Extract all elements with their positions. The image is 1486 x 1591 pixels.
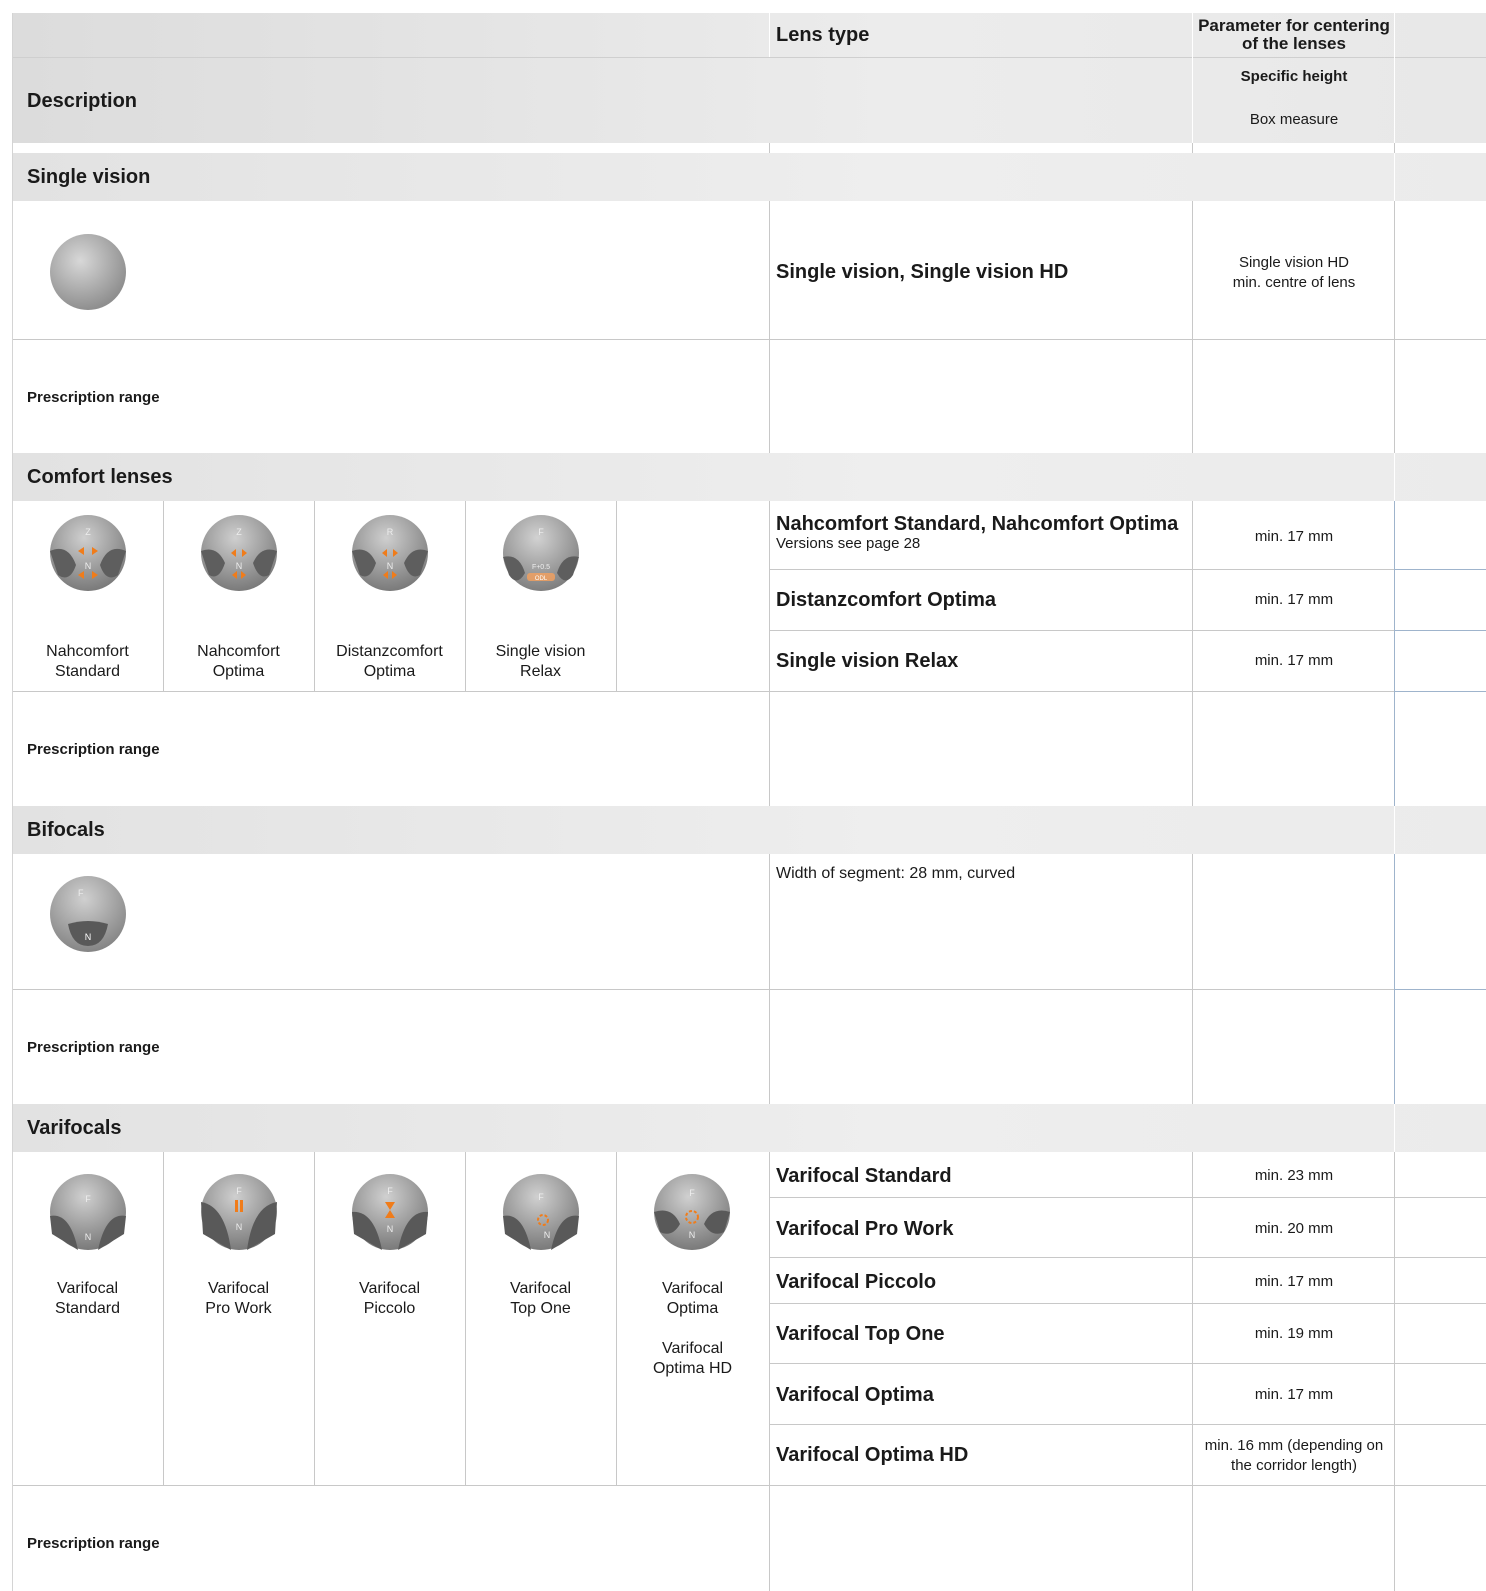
svg-text:N: N	[236, 1222, 243, 1232]
varifocal-optima-lens-icon: F N	[652, 1172, 732, 1252]
varifocal-param: min. 19 mm	[1254, 1325, 1334, 1342]
bifocal-lens-icon: F N	[48, 874, 128, 954]
svg-text:F: F	[538, 527, 544, 537]
svg-text:Z: Z	[85, 527, 91, 537]
svg-text:N: N	[387, 1224, 394, 1234]
comfort-lens-sub: Versions see page 28	[776, 535, 921, 552]
single-vision-prescription-range: Prescription range	[27, 388, 160, 406]
svg-text:F: F	[387, 1186, 393, 1196]
svg-text:N: N	[85, 932, 92, 942]
svg-text:N: N	[85, 561, 92, 571]
varifocal-lens-type: Varifocal Optima	[776, 1383, 934, 1406]
comfort-lens-type: Single vision Relax	[776, 649, 959, 672]
section-title-varifocals: Varifocals	[27, 1116, 122, 1139]
svg-text:N: N	[387, 561, 394, 571]
distanzcomfort-optima-lens-icon: R N	[350, 513, 430, 593]
varifocal-prescription-range: Prescription range	[27, 1534, 160, 1552]
section-band-varifocals	[12, 1104, 1486, 1152]
varifocal-image-cell: F N Varifocal Pro Work	[163, 1152, 314, 1485]
svg-text:N: N	[85, 1232, 92, 1242]
nahcomfort-optima-lens-icon: Z N	[199, 513, 279, 593]
header-description: Description	[27, 89, 138, 112]
varifocal-image-cell: F N Varifocal Piccolo	[314, 1152, 465, 1485]
header-parameter-title: Parameter for centering of the lenses	[1198, 16, 1390, 53]
comfort-image-cell: F F+0.5 ODL Single vision Relax	[465, 501, 616, 691]
varifocal-image-cell: F N Varifocal Standard	[12, 1152, 163, 1485]
varifocal-lens-type: Varifocal Standard	[776, 1164, 952, 1187]
varifocal-standard-lens-icon: F N	[48, 1172, 128, 1252]
section-band-single-vision	[12, 153, 1486, 201]
comfort-image-cell: Z N Nahcomfort Standard	[12, 501, 163, 691]
varifocal-image-cell: F N Varifocal Optima Varifocal Optima HD	[616, 1152, 769, 1485]
varifocal-param: min. 17 mm	[1254, 1386, 1334, 1403]
varifocal-lens-type: Varifocal Piccolo	[776, 1270, 937, 1293]
single-vision-lens-icon	[48, 232, 128, 312]
comfort-lens-type: Nahcomfort Standard, Nahcomfort Optima	[776, 513, 1179, 535]
comfort-param: min. 17 mm	[1254, 652, 1334, 669]
varifocal-caption-4: Varifocal Top One	[509, 1280, 572, 1317]
varifocal-caption-3: Varifocal Piccolo	[358, 1280, 421, 1317]
varifocal-lens-type: Varifocal Pro Work	[776, 1217, 954, 1240]
varifocal-caption-1: Varifocal Standard	[55, 1280, 120, 1317]
svg-text:F: F	[236, 1186, 242, 1196]
header-lens-type: Lens type	[776, 23, 870, 46]
lens-overview-page: Description Lens type Parameter for cent…	[0, 0, 1486, 1591]
comfort-lens-type: Distanzcomfort Optima	[776, 588, 997, 611]
svg-text:N: N	[689, 1230, 696, 1240]
comfort-image-cell: R N Distanzcomfort Optima	[314, 501, 465, 691]
comfort-caption-3: Distanzcomfort Optima	[336, 643, 443, 680]
varifocal-lens-type: Varifocal Optima HD	[776, 1443, 969, 1466]
svg-text:F: F	[538, 1192, 544, 1202]
section-title-bifocals: Bifocals	[27, 818, 105, 841]
varifocal-param: min. 16 mm (depending on the corridor le…	[1204, 1437, 1384, 1474]
nahcomfort-standard-lens-icon: Z N	[48, 513, 128, 593]
comfort-prescription-range: Prescription range	[27, 740, 160, 758]
comfort-param: min. 17 mm	[1254, 528, 1334, 545]
comfort-image-cell: Z N Nahcomfort Optima	[163, 501, 314, 691]
section-title-single-vision: Single vision	[27, 165, 151, 188]
svg-text:F+0.5: F+0.5	[532, 564, 550, 571]
varifocal-param: min. 23 mm	[1254, 1167, 1334, 1184]
varifocal-param: min. 20 mm	[1254, 1220, 1334, 1237]
svg-text:F: F	[78, 888, 84, 898]
svg-text:N: N	[544, 1230, 551, 1240]
comfort-param: min. 17 mm	[1254, 591, 1334, 608]
svg-text:N: N	[236, 561, 243, 571]
header-box-measure: Box measure	[1249, 110, 1339, 128]
bifocal-prescription-range: Prescription range	[27, 1038, 160, 1056]
header-specific-height: Specific height	[1240, 67, 1348, 85]
single-vision-param: Single vision HD min. centre of lens	[1232, 254, 1356, 291]
svg-text:R: R	[387, 527, 394, 537]
bifocal-segment-note: Width of segment: 28 mm, curved	[776, 865, 1016, 882]
varifocal-caption-5: Varifocal Optima Varifocal Optima HD	[652, 1280, 733, 1377]
section-band-comfort-lenses	[12, 453, 1486, 501]
svg-text:Z: Z	[236, 527, 242, 537]
varifocal-top-one-lens-icon: F N	[501, 1172, 581, 1252]
comfort-caption-2: Nahcomfort Optima	[197, 643, 280, 680]
comfort-row: Nahcomfort Standard, Nahcomfort Optima V…	[776, 512, 1186, 552]
varifocal-param: min. 17 mm	[1254, 1273, 1334, 1290]
varifocal-lens-type: Varifocal Top One	[776, 1322, 945, 1345]
svg-text:F: F	[85, 1194, 91, 1204]
comfort-caption-4: Single vision Relax	[495, 643, 586, 680]
varifocal-image-cell: F N Varifocal Top One	[465, 1152, 616, 1485]
varifocal-piccolo-lens-icon: F N	[350, 1172, 430, 1252]
varifocal-caption-2: Varifocal Pro Work	[205, 1280, 272, 1317]
section-band-bifocals	[12, 806, 1486, 854]
varifocal-pro-work-lens-icon: F N	[199, 1172, 279, 1252]
comfort-caption-1: Nahcomfort Standard	[46, 643, 129, 680]
single-vision-relax-lens-icon: F F+0.5 ODL	[501, 513, 581, 593]
section-title-comfort-lenses: Comfort lenses	[27, 465, 173, 488]
svg-text:ODL: ODL	[535, 576, 548, 582]
svg-text:F: F	[689, 1188, 695, 1198]
single-vision-lens-type: Single vision, Single vision HD	[776, 260, 1069, 283]
